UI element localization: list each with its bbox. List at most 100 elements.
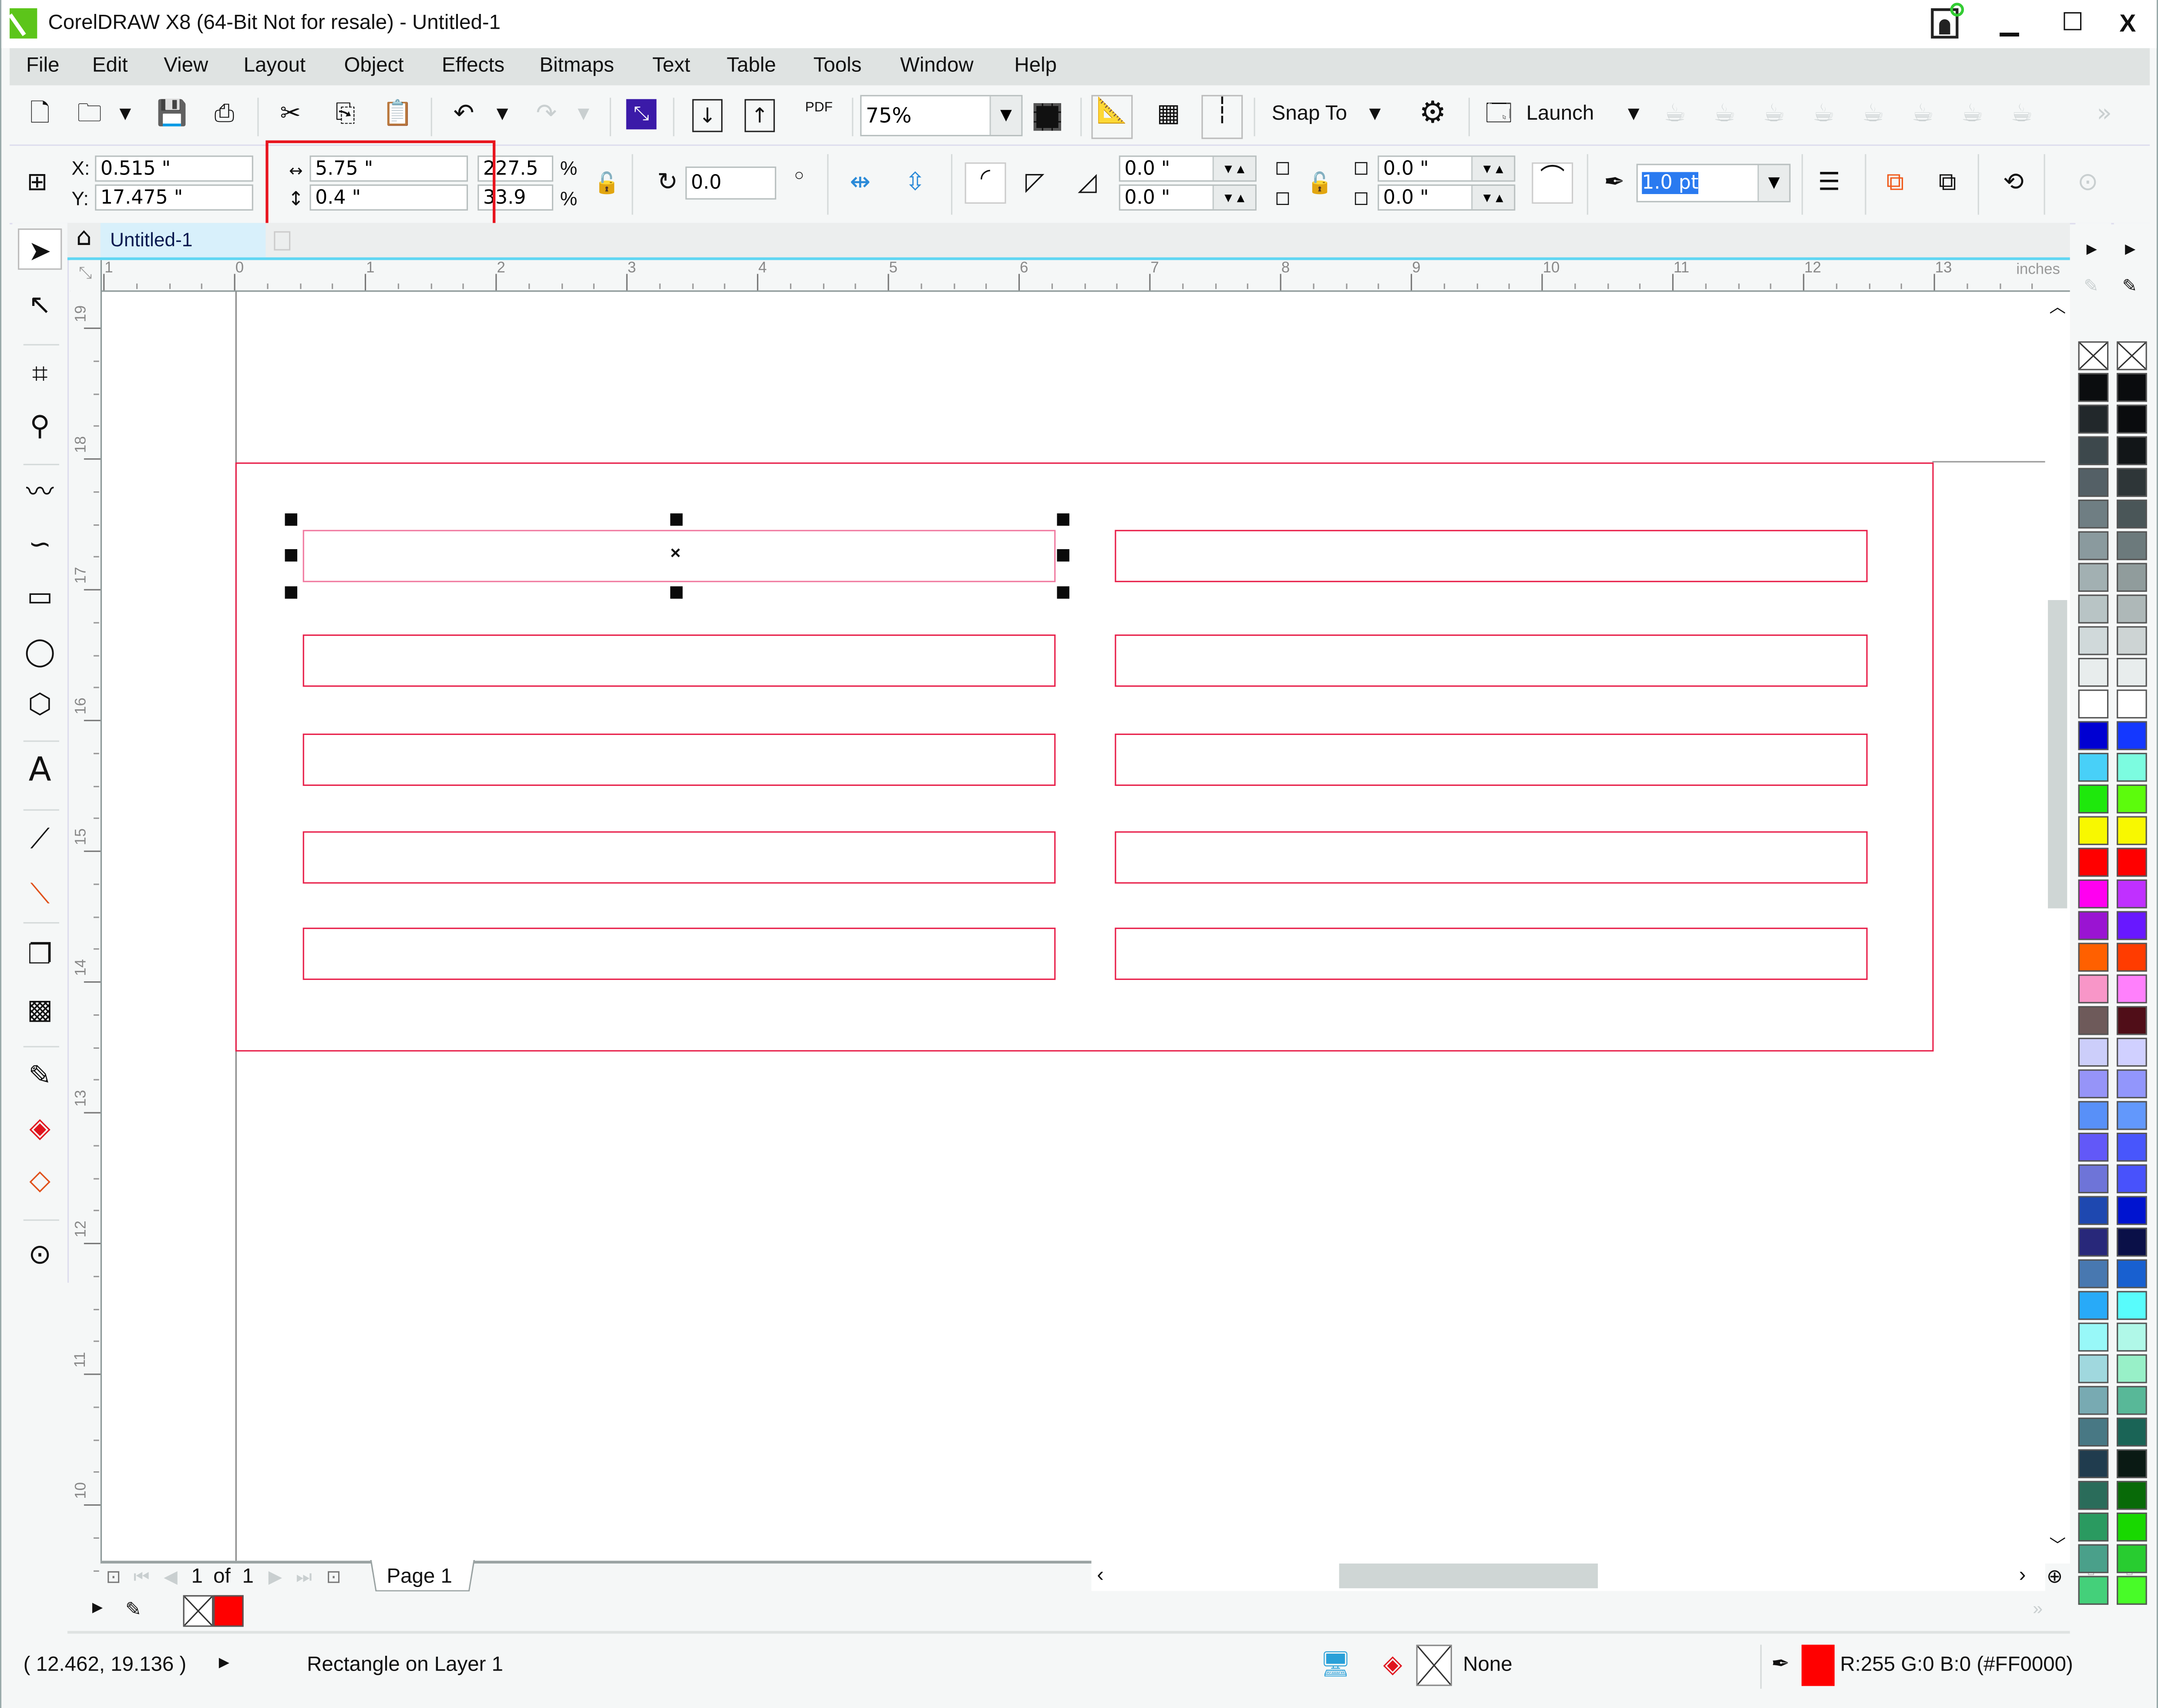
palette-swatch[interactable] — [2117, 404, 2147, 434]
palette-swatch[interactable] — [2078, 1322, 2109, 1352]
palette-swatch[interactable] — [2117, 1386, 2147, 1415]
palette-swatch[interactable] — [2078, 816, 2109, 845]
next-page-icon[interactable]: ▶ — [269, 1566, 282, 1588]
palette-swatch[interactable] — [2117, 1006, 2147, 1035]
palette-no-color-swatch[interactable] — [2117, 341, 2147, 370]
palette-swatch[interactable] — [2078, 658, 2109, 687]
rotation-angle-field[interactable]: 0.0 — [685, 166, 776, 200]
welcome-home-icon[interactable]: ⌂ — [67, 223, 101, 256]
palette-swatch[interactable] — [2117, 1322, 2147, 1352]
palette-swatch[interactable] — [2117, 911, 2147, 940]
palette-swatch[interactable] — [2078, 1006, 2109, 1035]
palette-swatch[interactable] — [2117, 468, 2147, 497]
palette-swatch[interactable] — [2078, 468, 2109, 497]
polygon-tool[interactable]: ⬡ — [18, 683, 62, 724]
palette-swatch[interactable] — [2117, 1481, 2147, 1510]
palette-swatch[interactable] — [2117, 1544, 2147, 1574]
full-screen-preview-icon[interactable] — [1033, 103, 1061, 131]
corner-spin-button[interactable]: ▾ ▴ — [1212, 185, 1255, 209]
publish-pdf-icon[interactable]: PDF — [805, 101, 833, 116]
corner-radius-bottom-left-field[interactable]: 0.0 " ▾ ▴ — [1119, 184, 1257, 211]
palette-swatch[interactable] — [2078, 1132, 2109, 1162]
palette-swatch[interactable] — [2117, 1449, 2147, 1478]
color-proofing-icon[interactable]: 🖥 — [1320, 1650, 1351, 1679]
selection-handle[interactable] — [670, 586, 683, 599]
document-palette-expand-icon[interactable]: ▶ — [92, 1601, 103, 1616]
field-rectangle[interactable] — [1115, 733, 1868, 786]
scroll-left-arrow-icon[interactable]: ‹ — [1097, 1564, 1104, 1587]
field-rectangle[interactable] — [1115, 927, 1868, 980]
palette-swatch[interactable] — [2117, 943, 2147, 972]
show-guidelines-icon[interactable]: ┆ — [1201, 95, 1243, 139]
color-eyedropper-tool[interactable]: ✎ — [18, 1054, 62, 1096]
field-rectangle[interactable] — [1115, 831, 1868, 884]
zoom-tool[interactable]: ⚲ — [18, 405, 62, 446]
palette-swatch[interactable] — [2117, 1228, 2147, 1257]
palette-swatch[interactable] — [2117, 1354, 2147, 1383]
menu-bitmaps[interactable]: Bitmaps — [540, 54, 614, 77]
last-page-icon[interactable]: ⏭ — [296, 1566, 312, 1588]
palette-swatch[interactable] — [2078, 1164, 2109, 1194]
menu-layout[interactable]: Layout — [244, 54, 306, 77]
new-tab-button[interactable] — [274, 231, 291, 251]
text-wrap-icon[interactable]: ☰ — [1812, 168, 1845, 201]
horizontal-scroll-thumb[interactable] — [1339, 1563, 1598, 1588]
snap-to-dropdown-icon[interactable]: ▼ — [1358, 99, 1392, 132]
mirror-horizontal-icon[interactable]: ⇹ — [844, 168, 877, 201]
rectangle-tool[interactable]: ▭ — [18, 575, 62, 617]
palette-swatch[interactable] — [2117, 848, 2147, 877]
artistic-media-tool[interactable]: ∽ — [18, 523, 62, 564]
export-icon[interactable]: ↑ — [744, 99, 775, 132]
launch-app-icon[interactable]: 🗔 — [1482, 99, 1515, 132]
menu-file[interactable]: File — [26, 54, 59, 77]
print-icon[interactable]: ⎙ — [208, 99, 241, 132]
palette-swatch[interactable] — [2117, 658, 2147, 687]
menu-object[interactable]: Object — [344, 54, 404, 77]
minimize-button[interactable]: ▁ — [1989, 6, 2030, 41]
first-page-icon[interactable]: ⏮ — [134, 1566, 150, 1588]
palette-expand-arrow-icon[interactable]: ▶ — [2125, 242, 2135, 258]
fill-none-swatch[interactable] — [1416, 1644, 1452, 1686]
text-tool[interactable]: A — [18, 749, 62, 790]
parallel-dimension-tool[interactable]: ⟋ — [18, 818, 62, 859]
palette-swatch[interactable] — [2078, 1196, 2109, 1225]
horizontal-ruler[interactable]: 1 0 1 2 3 4 5 6 7 8 9 10 11 12 13 — [70, 260, 2070, 292]
palette-swatch[interactable] — [2078, 1228, 2109, 1257]
field-rectangle[interactable] — [303, 831, 1056, 884]
shape-tool[interactable]: ↖ — [18, 284, 62, 325]
status-expand-arrow-icon[interactable]: ▶ — [219, 1656, 229, 1671]
add-page-after-icon[interactable]: ⊡ — [326, 1566, 341, 1588]
field-rectangle[interactable] — [1115, 530, 1868, 582]
pick-tool[interactable]: ➤ — [18, 228, 62, 270]
paste-icon[interactable]: 📋 — [381, 99, 414, 132]
account-icon[interactable] — [1931, 3, 1964, 39]
launch-button[interactable]: Launch — [1526, 102, 1594, 125]
smart-fill-tool[interactable]: ◇ — [18, 1159, 62, 1200]
palette-swatch[interactable] — [2117, 563, 2147, 592]
mirror-vertical-icon[interactable]: ⇳ — [899, 168, 932, 201]
palette-swatch[interactable] — [2078, 626, 2109, 655]
palette-swatch[interactable] — [2078, 594, 2109, 624]
palette-swatch[interactable] — [2117, 1259, 2147, 1289]
round-corner-icon[interactable]: ◜ — [965, 162, 1006, 204]
menu-text[interactable]: Text — [652, 54, 690, 77]
palette-swatch[interactable] — [2117, 1512, 2147, 1542]
macro-icon[interactable]: ☕ — [1658, 99, 1691, 132]
undo-icon[interactable]: ↶ — [447, 99, 481, 132]
palette-swatch[interactable] — [2117, 974, 2147, 1003]
palette-swatch[interactable] — [2117, 784, 2147, 814]
palette-swatch[interactable] — [2078, 373, 2109, 402]
selection-handle[interactable] — [1057, 586, 1069, 599]
corner-spin-button[interactable]: ▾ ▴ — [1471, 185, 1514, 209]
palette-swatch[interactable] — [2117, 373, 2147, 402]
palette-swatch[interactable] — [2117, 689, 2147, 718]
palette-swatch[interactable] — [2078, 1037, 2109, 1067]
palette-swatch[interactable] — [2117, 500, 2147, 529]
palette-swatch[interactable] — [2117, 1164, 2147, 1194]
ellipse-tool[interactable]: ◯ — [18, 631, 62, 672]
maximize-button[interactable]: ☐ — [2052, 6, 2094, 41]
quick-customize-icon[interactable]: ⊙ — [2071, 168, 2104, 201]
outline-width-dropdown[interactable]: ▼ — [1757, 165, 1789, 201]
palette-swatch[interactable] — [2117, 1101, 2147, 1130]
document-palette-no-color-swatch[interactable] — [183, 1595, 214, 1627]
